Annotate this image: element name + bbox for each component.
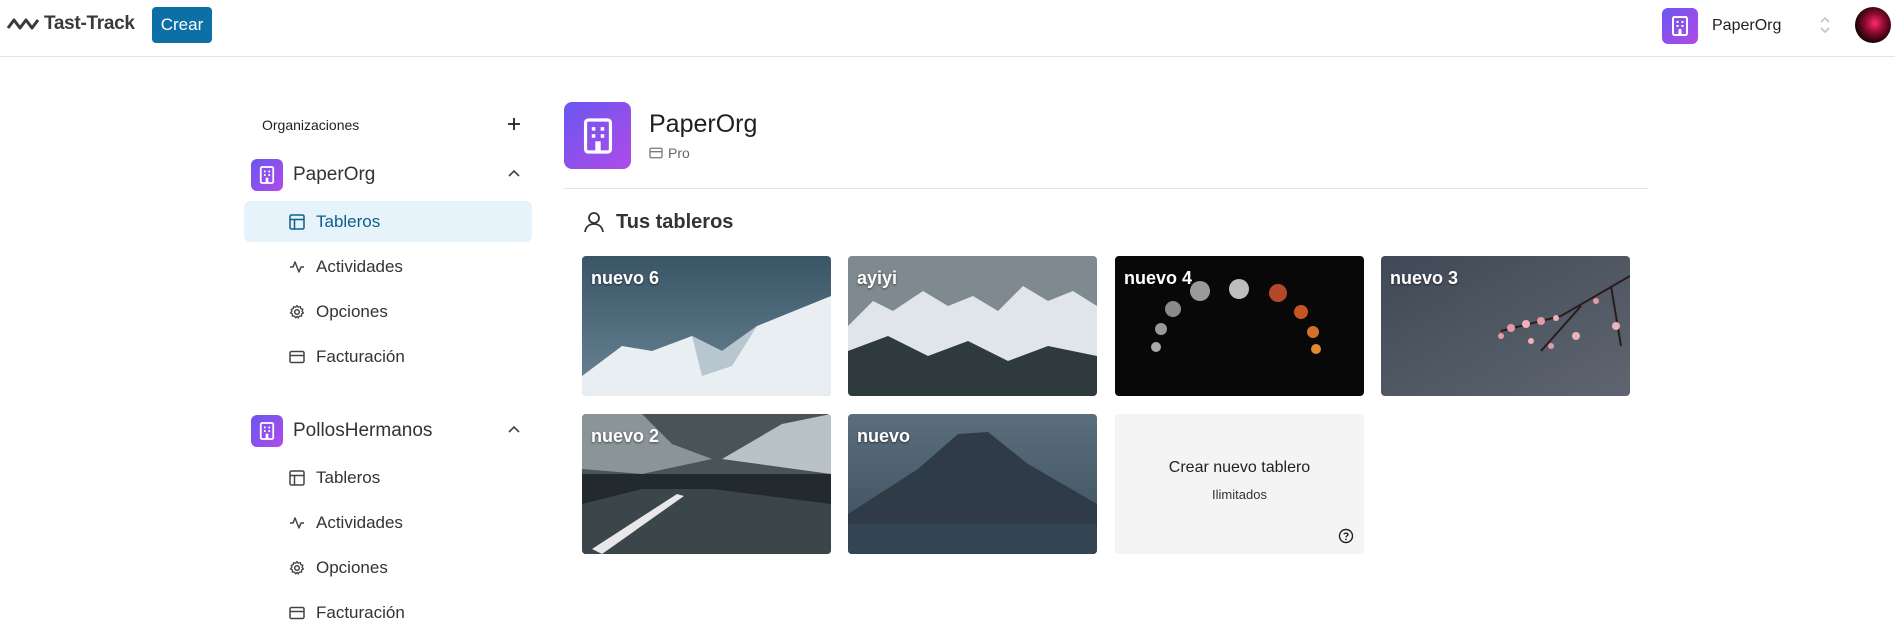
create-board-card[interactable]: Crear nuevo tablero Ilimitados <box>1115 414 1364 554</box>
create-board-subtitle: Ilimitados <box>1212 487 1267 502</box>
user-avatar[interactable] <box>1855 7 1891 43</box>
create-board-title: Crear nuevo tablero <box>1168 459 1311 476</box>
sidebar-item-opciones[interactable]: Opciones <box>244 547 532 588</box>
page-title: PaperOrg <box>649 110 758 138</box>
board-card[interactable]: nuevo 4 <box>1115 256 1364 396</box>
plus-icon <box>508 118 520 130</box>
settings-icon <box>288 303 306 321</box>
chevron-up-icon[interactable] <box>507 423 521 437</box>
app-name: Tast-Track <box>44 13 135 34</box>
org-row-paperorg[interactable]: PaperOrg <box>251 158 534 192</box>
create-button[interactable]: Crear <box>152 7 212 43</box>
sidebar-item-label: Facturación <box>316 346 405 366</box>
plan-label: Pro <box>668 145 690 161</box>
section-title-label: Tus tableros <box>616 210 734 233</box>
help-circle-icon[interactable] <box>1338 528 1354 544</box>
sidebar-item-opciones[interactable]: Opciones <box>244 291 532 332</box>
sidebar-item-label: Actividades <box>316 256 403 276</box>
plan-badge: Pro <box>649 145 690 161</box>
org-switcher-name: PaperOrg <box>1712 17 1782 34</box>
org-name: PaperOrg <box>293 164 376 185</box>
sidebar-item-actividades[interactable]: Actividades <box>244 246 532 287</box>
activity-icon <box>288 514 306 532</box>
section-title: Tus tableros <box>582 210 733 234</box>
org-name: PollosHermanos <box>293 420 433 441</box>
board-title: nuevo 2 <box>591 426 660 446</box>
org-building-icon <box>251 159 283 191</box>
sidebar-header: Organizaciones <box>262 117 360 133</box>
org-building-icon <box>1662 8 1698 44</box>
infinity-logo-icon <box>6 18 40 30</box>
sidebar-item-facturacion[interactable]: Facturación <box>244 336 532 377</box>
sidebar-item-label: Opciones <box>316 301 388 321</box>
board-title: ayiyi <box>857 268 898 288</box>
board-title: nuevo <box>857 426 911 446</box>
board-title: nuevo 3 <box>1390 268 1459 288</box>
sidebar-item-actividades[interactable]: Actividades <box>244 502 532 543</box>
sidebar-item-label: Facturación <box>316 602 405 622</box>
board-title: nuevo 4 <box>1124 268 1193 288</box>
board-card[interactable]: nuevo 3 <box>1381 256 1630 396</box>
org-building-icon <box>251 415 283 447</box>
sidebar-item-tableros[interactable]: Tableros <box>244 457 532 498</box>
sidebar-item-label: Actividades <box>316 512 403 532</box>
layout-icon <box>288 213 306 231</box>
credit-card-icon <box>288 604 306 622</box>
sidebar-item-label: Tableros <box>316 211 381 231</box>
chevron-up-icon[interactable] <box>507 167 521 181</box>
sidebar-item-facturacion[interactable]: Facturación <box>244 592 532 633</box>
user-icon <box>584 212 604 233</box>
activity-icon <box>288 258 306 276</box>
board-card[interactable]: ayiyi <box>848 256 1097 396</box>
layout-icon <box>288 469 306 487</box>
logo[interactable]: Tast-Track <box>4 13 135 35</box>
credit-card-icon <box>288 348 306 366</box>
board-card[interactable]: nuevo 6 <box>582 256 831 396</box>
credit-card-icon <box>649 147 663 159</box>
add-organization-button[interactable] <box>502 112 526 136</box>
sidebar-item-label: Opciones <box>316 557 388 577</box>
board-card[interactable]: nuevo <box>848 414 1097 554</box>
org-building-icon <box>564 102 631 169</box>
chevrons-up-down-icon[interactable] <box>1818 14 1832 36</box>
sidebar-item-label: Tableros <box>316 467 381 487</box>
sidebar-item-tableros[interactable]: Tableros <box>244 201 532 242</box>
org-row-polloshermanos[interactable]: PollosHermanos <box>251 414 534 448</box>
top-bar: Tast-Track Crear PaperOrg <box>0 0 1895 57</box>
org-switcher[interactable]: PaperOrg <box>1662 8 1781 44</box>
settings-icon <box>288 559 306 577</box>
board-title: nuevo 6 <box>591 268 660 288</box>
board-card[interactable]: nuevo 2 <box>582 414 831 554</box>
divider <box>564 188 1648 189</box>
